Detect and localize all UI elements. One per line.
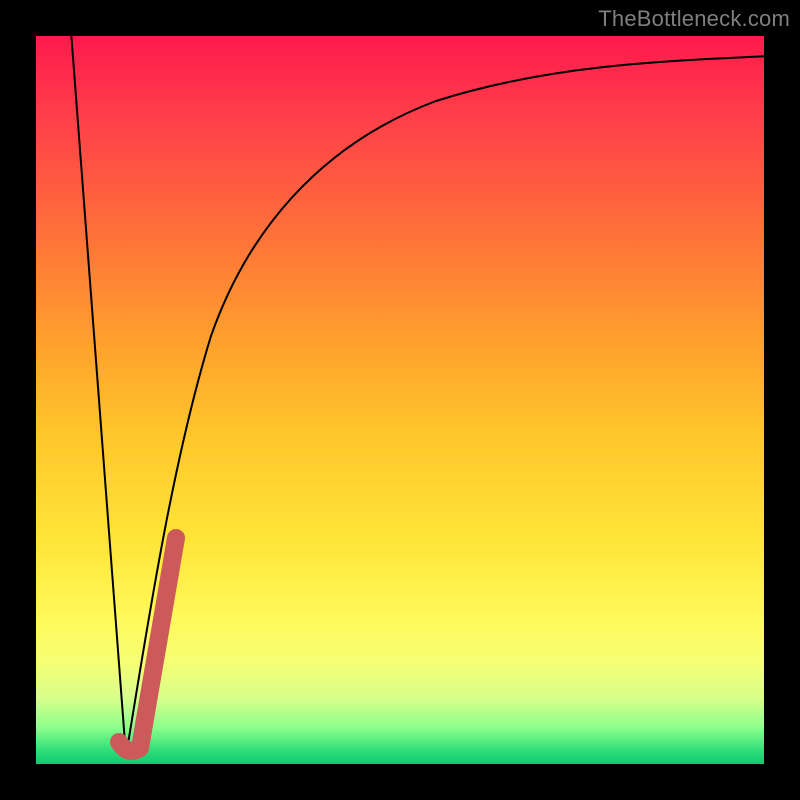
chart-frame: TheBottleneck.com (0, 0, 800, 800)
expected-range-marker (119, 538, 176, 751)
chart-svg (36, 36, 764, 764)
curve-right-saturation (126, 56, 764, 756)
watermark-text: TheBottleneck.com (598, 6, 790, 32)
curve-left-descent (71, 36, 126, 756)
plot-area (36, 36, 764, 764)
